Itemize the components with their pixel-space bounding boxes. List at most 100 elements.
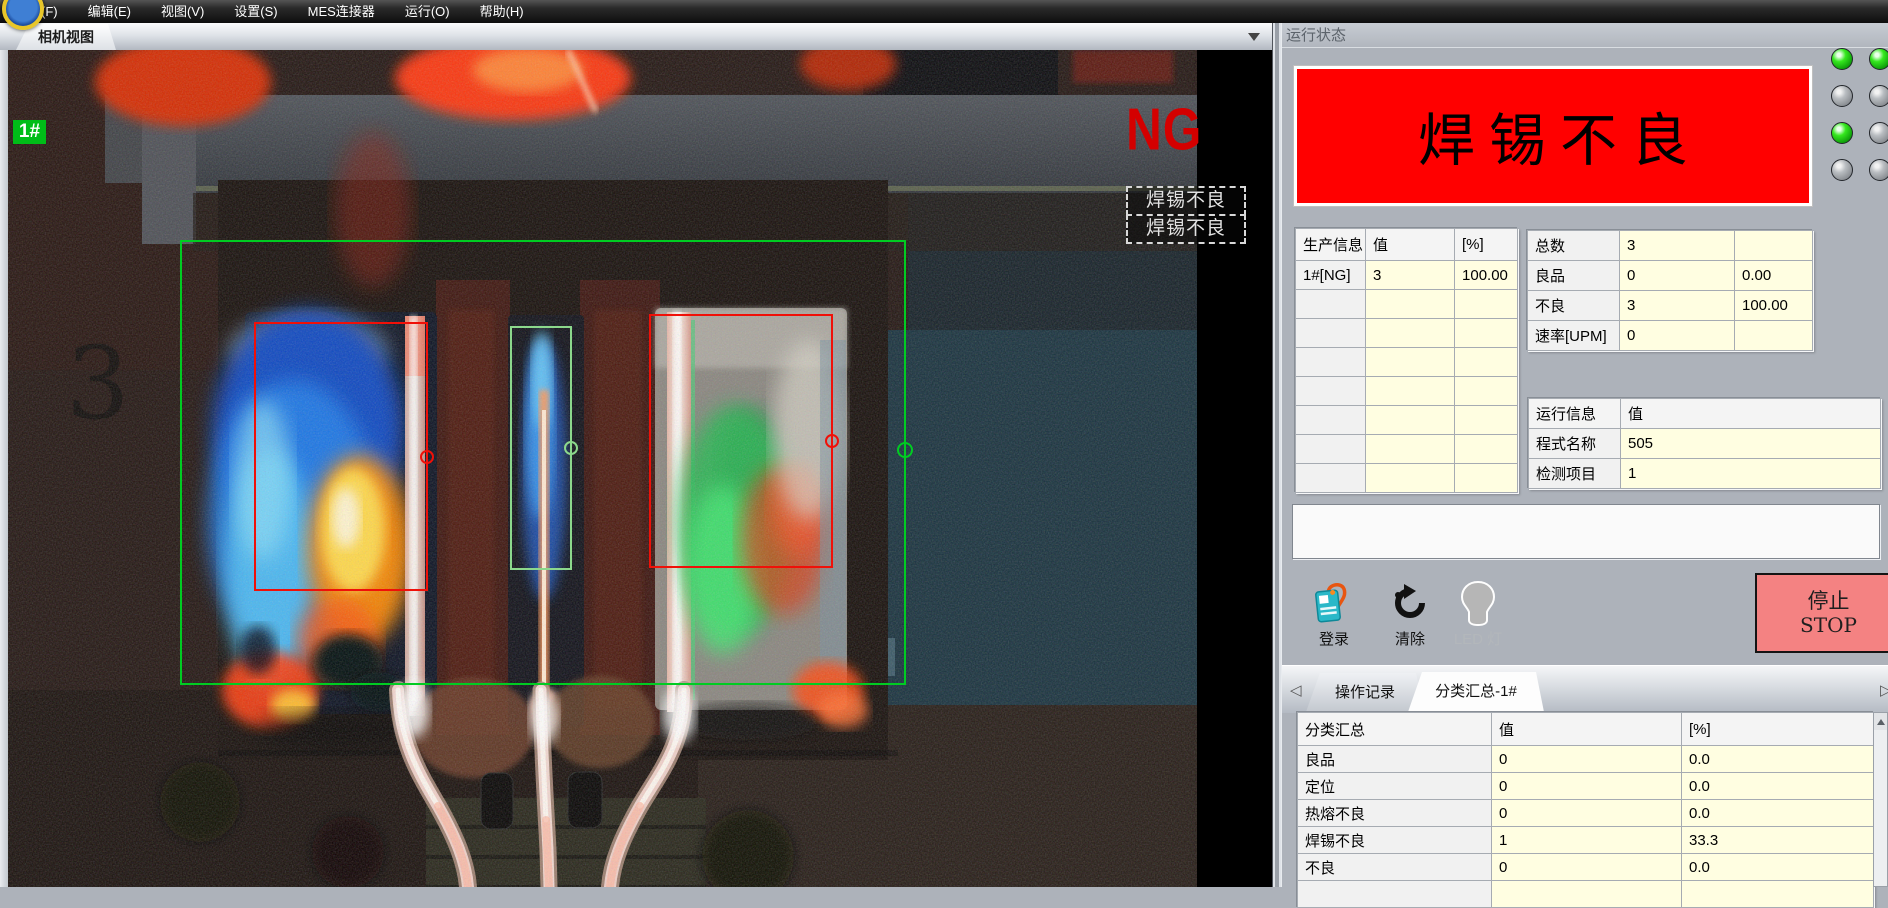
cell xyxy=(1735,231,1813,261)
data-grid: 生产信息值[%]1#[NG]3100.00 xyxy=(1295,228,1518,493)
header-cell: 生产信息 xyxy=(1296,229,1366,261)
cell xyxy=(1296,406,1366,435)
login-button[interactable]: 登录 xyxy=(1303,580,1365,649)
cell xyxy=(1455,377,1518,406)
cell: 33.3 xyxy=(1682,827,1874,854)
cell: 0 xyxy=(1492,773,1682,800)
header-cell: [%] xyxy=(1455,229,1518,261)
result-ng-label: NG xyxy=(1126,100,1202,159)
cell: 定位 xyxy=(1298,773,1492,800)
data-grid: 分类汇总值[%]良品00.0定位00.0热熔不良00.0焊锡不良133.3不良0… xyxy=(1297,712,1874,908)
defect-banner-text: 焊锡不良 xyxy=(1404,95,1702,177)
cell xyxy=(1366,435,1455,464)
data-grid: 总数3良品00.00不良3100.00速率[UPM]0 xyxy=(1527,230,1813,351)
led-label: LED 灯 xyxy=(1447,628,1509,649)
cell xyxy=(1296,348,1366,377)
tab-scroll-right-icon[interactable]: ▷ xyxy=(1880,684,1888,698)
cell: 3 xyxy=(1620,231,1735,261)
cell xyxy=(1455,290,1518,319)
cell xyxy=(1455,319,1518,348)
cell xyxy=(1296,290,1366,319)
cell xyxy=(1366,406,1455,435)
cell: 总数 xyxy=(1528,231,1620,261)
class-summary-table: 分类汇总值[%]良品00.0定位00.0热熔不良00.0焊锡不良133.3不良0… xyxy=(1297,712,1874,908)
cell: 100.00 xyxy=(1455,261,1518,290)
login-label: 登录 xyxy=(1303,628,1365,649)
menu-view[interactable]: 视图(V) xyxy=(146,0,219,23)
header-cell: 值 xyxy=(1366,229,1455,261)
lightbulb-icon xyxy=(1447,580,1509,626)
status-led-green xyxy=(1831,122,1853,144)
scroll-up-icon[interactable] xyxy=(1874,713,1887,730)
cell xyxy=(1492,881,1682,908)
camera-left-border xyxy=(0,50,8,887)
run-info-table: 运行信息值程式名称505检测项目1 xyxy=(1528,398,1881,489)
defect-banner: 焊锡不良 xyxy=(1294,66,1812,206)
cell xyxy=(1366,377,1455,406)
tab-class-summary[interactable]: 分类汇总-1# xyxy=(1408,672,1544,712)
cell xyxy=(1366,348,1455,377)
cell: 0 xyxy=(1492,746,1682,773)
cell: 1#[NG] xyxy=(1296,261,1366,290)
cell xyxy=(1455,435,1518,464)
cell: 0 xyxy=(1492,854,1682,881)
cell: 0 xyxy=(1492,800,1682,827)
cell xyxy=(1366,464,1455,493)
stop-label-en: STOP xyxy=(1800,614,1857,637)
camera-slot-badge: 1# xyxy=(13,120,46,144)
panel-splitter[interactable] xyxy=(1272,23,1282,887)
cell xyxy=(1682,881,1874,908)
led-light-button[interactable]: LED 灯 xyxy=(1447,580,1509,649)
menu-mes[interactable]: MES连接器 xyxy=(293,0,390,23)
table-scrollbar[interactable] xyxy=(1873,712,1888,887)
message-box xyxy=(1292,504,1880,559)
camera-tab-strip: 相机视图 xyxy=(0,23,1272,50)
cell: 良品 xyxy=(1298,746,1492,773)
camera-view: 3 1# NG 焊锡不良 焊锡不良 xyxy=(0,50,1272,887)
cell: 100.00 xyxy=(1735,291,1813,321)
header-cell: 分类汇总 xyxy=(1298,713,1492,746)
cell: 0.0 xyxy=(1682,746,1874,773)
status-led-gray xyxy=(1869,85,1888,107)
refresh-icon xyxy=(1379,580,1441,626)
status-led-green xyxy=(1831,48,1853,70)
cell xyxy=(1298,881,1492,908)
cell xyxy=(1455,348,1518,377)
cell xyxy=(1296,464,1366,493)
cell: 良品 xyxy=(1528,261,1620,291)
cell: 0.0 xyxy=(1682,800,1874,827)
defect-tag: 焊锡不良 xyxy=(1126,214,1246,244)
header-cell: 值 xyxy=(1492,713,1682,746)
cell: 0.0 xyxy=(1682,854,1874,881)
production-info-table: 生产信息值[%]1#[NG]3100.00 xyxy=(1295,228,1518,493)
tab-scroll-left-icon[interactable]: ◁ xyxy=(1290,684,1302,698)
cell xyxy=(1296,435,1366,464)
cell: 0 xyxy=(1620,261,1735,291)
clear-button[interactable]: 清除 xyxy=(1379,580,1441,649)
stop-label-cn: 停止 xyxy=(1808,589,1850,614)
status-led-gray xyxy=(1869,159,1888,181)
menu-help[interactable]: 帮助(H) xyxy=(465,0,539,23)
tab-operation-log[interactable]: 操作记录 xyxy=(1306,673,1424,712)
stop-button[interactable]: 停止 STOP xyxy=(1755,573,1888,653)
cell: 不良 xyxy=(1298,854,1492,881)
cell xyxy=(1366,290,1455,319)
menu-run[interactable]: 运行(O) xyxy=(390,0,465,23)
cell: 不良 xyxy=(1528,291,1620,321)
cell: 检测项目 xyxy=(1529,459,1621,489)
menu-edit[interactable]: 编辑(E) xyxy=(73,0,146,23)
cell xyxy=(1455,464,1518,493)
defect-tag: 焊锡不良 xyxy=(1126,186,1246,216)
menu-bar: 文件(F) 编辑(E) 视图(V) 设置(S) MES连接器 运行(O) 帮助(… xyxy=(0,0,1888,23)
menu-settings[interactable]: 设置(S) xyxy=(219,0,292,23)
status-led-grid xyxy=(1831,48,1888,181)
cell: 3 xyxy=(1620,291,1735,321)
header-cell: 运行信息 xyxy=(1529,399,1621,429)
status-led-gray xyxy=(1831,85,1853,107)
clear-label: 清除 xyxy=(1379,628,1441,649)
cell xyxy=(1455,406,1518,435)
chevron-down-icon[interactable] xyxy=(1248,33,1260,41)
data-grid: 运行信息值程式名称505检测项目1 xyxy=(1528,398,1881,489)
status-led-gray xyxy=(1831,159,1853,181)
cell: 0.0 xyxy=(1682,773,1874,800)
